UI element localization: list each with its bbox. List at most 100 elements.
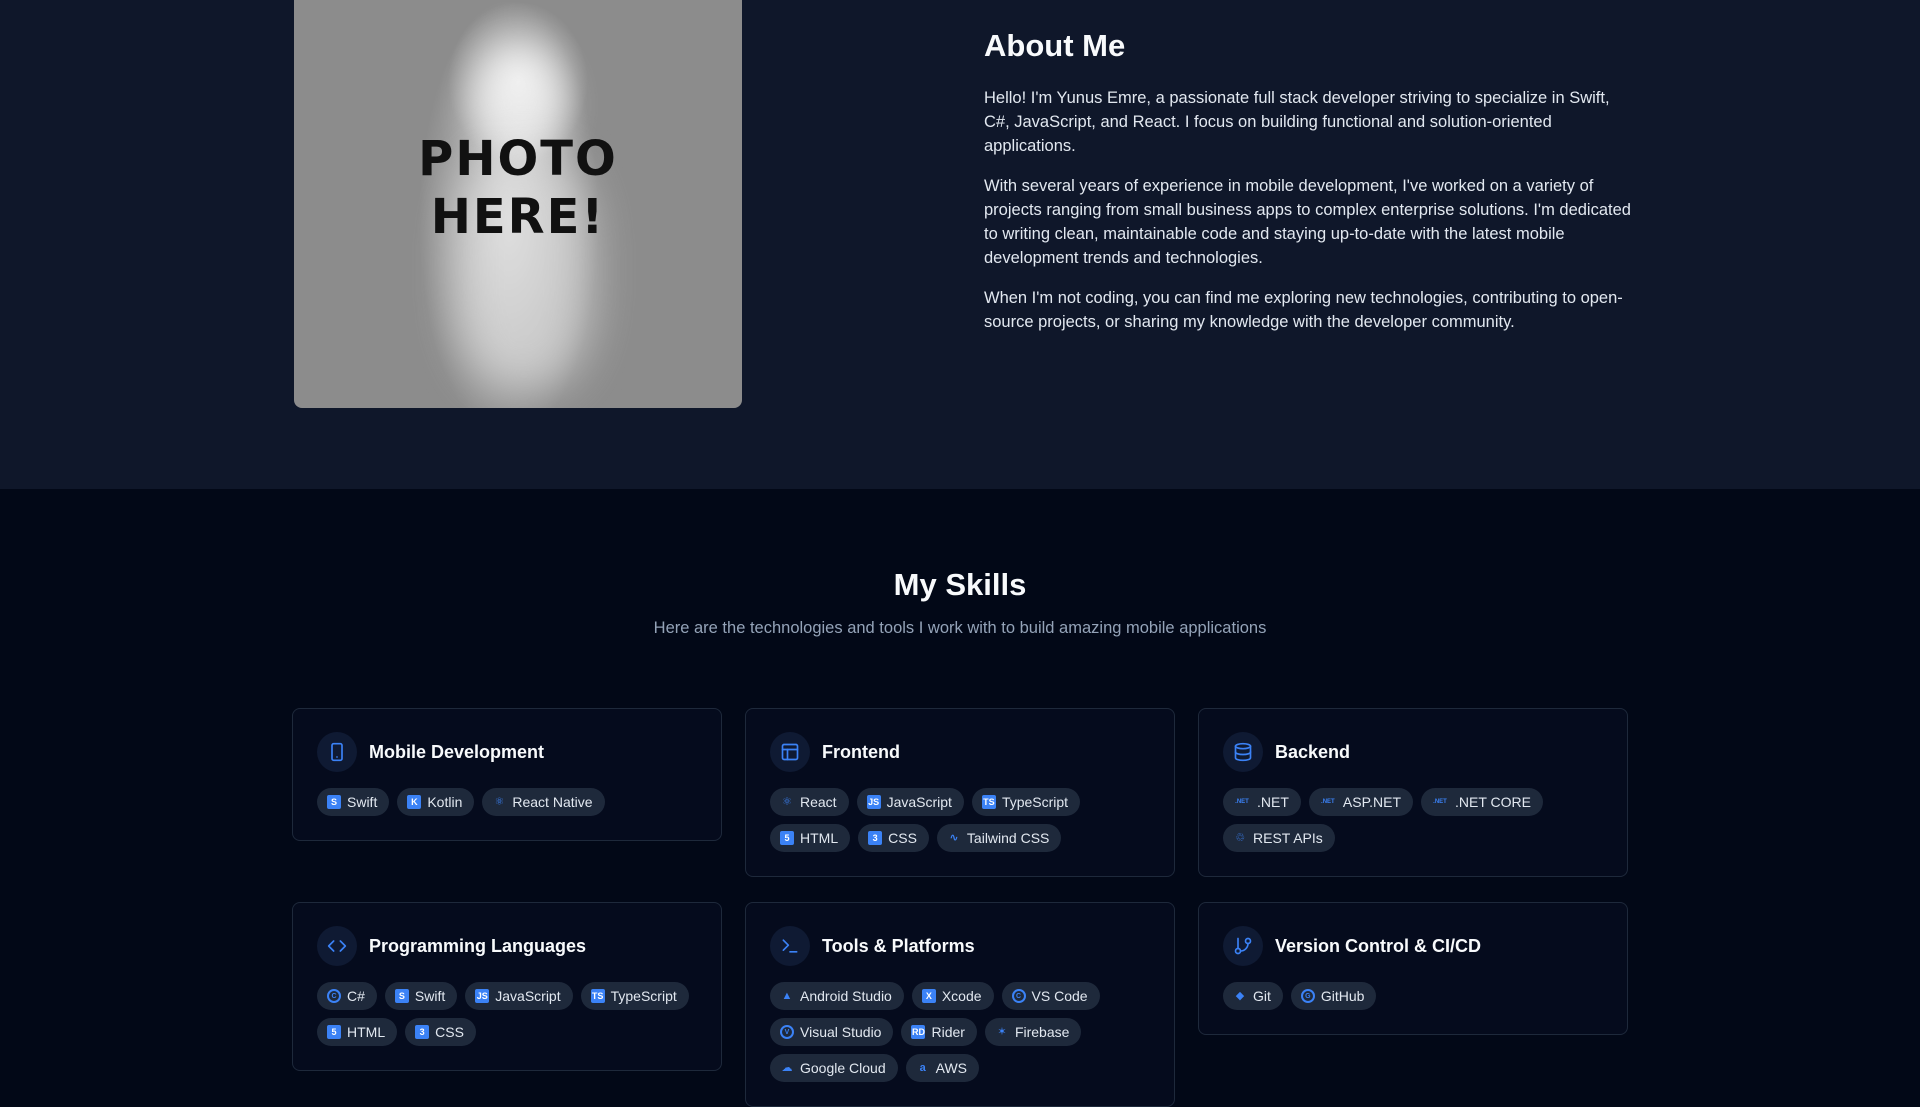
skill-tag: V Visual Studio <box>770 1018 894 1046</box>
skill-tag-label: Android Studio <box>800 988 892 1004</box>
javascript-icon: JS <box>475 989 490 1003</box>
skills-grid: Mobile Development S Swift K Kotlin ⚛ React Na… <box>292 708 1628 1107</box>
csharp-icon: C <box>327 989 341 1003</box>
skill-tag: JS JavaScript <box>856 788 964 816</box>
skill-tag: ☁ Google Cloud <box>770 1054 898 1082</box>
terminal-icon <box>770 926 810 966</box>
html5-icon: 5 <box>327 1025 341 1039</box>
skill-tag-label: VS Code <box>1031 988 1088 1004</box>
skill-tag-label: Kotlin <box>427 794 463 810</box>
skill-tag: C VS Code <box>1001 982 1100 1010</box>
profile-photo-placeholder: PHOTO HERE! <box>294 0 742 408</box>
skill-tag: 5 HTML <box>770 824 851 852</box>
android-studio-icon: ▲ <box>781 989 793 1002</box>
git-icon: ◆ <box>1235 989 1245 1002</box>
skill-tag-label: ASP.NET <box>1342 794 1401 810</box>
about-section: PHOTO HERE! About Me Hello! I'm Yunus Em… <box>0 0 1920 489</box>
skill-tag-label: Visual Studio <box>800 1024 882 1040</box>
skill-tag-label: Xcode <box>941 988 982 1004</box>
skill-tag: X Xcode <box>911 982 994 1010</box>
skill-card-header: Version Control & CI/CD <box>1223 926 1603 966</box>
about-heading: About Me <box>984 28 1126 63</box>
skill-tag-label: GitHub <box>1320 988 1365 1004</box>
skill-tag: ▲ Android Studio <box>770 982 904 1010</box>
skill-tag-label: AWS <box>935 1060 967 1076</box>
dotnet-icon: .NET <box>1321 799 1335 805</box>
skill-tag: ⚛ React <box>770 788 849 816</box>
skill-tag-label: HTML <box>800 830 839 846</box>
skill-tags: C C# S Swift JS JavaScript TS TypeScript 5 HTML 3 C… <box>317 982 697 1046</box>
api-icon: ♲ <box>1235 831 1245 844</box>
smartphone-icon <box>317 732 357 772</box>
skill-card-header: Frontend <box>770 732 1150 772</box>
skill-tag: ◆ Git <box>1223 982 1283 1010</box>
skill-card-title: Frontend <box>822 741 900 762</box>
skill-tags: ◆ Git G GitHub <box>1223 982 1603 1010</box>
swift-icon: S <box>394 989 409 1003</box>
skill-tag-label: Firebase <box>1014 1024 1070 1040</box>
skill-tag: ⚛ React Native <box>482 788 605 816</box>
react-icon: ⚛ <box>782 795 792 808</box>
firebase-icon: ✶ <box>997 1025 1007 1038</box>
skill-tag: K Kotlin <box>397 788 475 816</box>
kotlin-icon: K <box>407 795 422 809</box>
skill-tag: .NET .NET CORE <box>1421 788 1543 816</box>
skill-tag-label: JavaScript <box>886 794 952 810</box>
html5-icon: 5 <box>780 831 794 845</box>
photo-placeholder-text: PHOTO HERE! <box>418 131 618 245</box>
typescript-icon: TS <box>590 989 605 1003</box>
skill-tag: C C# <box>317 982 377 1010</box>
skill-tag: 5 HTML <box>317 1018 398 1046</box>
about-paragraph-3: When I'm not coding, you can find me exp… <box>984 289 1623 331</box>
skill-tag: RD Rider <box>901 1018 977 1046</box>
skill-tag: ∿ Tailwind CSS <box>936 824 1062 852</box>
git-branch-icon <box>1223 926 1263 966</box>
xcode-icon: X <box>921 989 936 1003</box>
skill-tag-label: React <box>800 794 837 810</box>
skill-tag: JS JavaScript <box>465 982 573 1010</box>
skill-card-header: Tools & Platforms <box>770 926 1150 966</box>
google-cloud-icon: ☁ <box>781 1061 793 1074</box>
skill-tag: S Swift <box>384 982 458 1010</box>
skill-card-title: Backend <box>1275 741 1351 762</box>
typescript-icon: TS <box>981 795 996 809</box>
skills-heading: My Skills <box>893 567 1027 602</box>
skill-card: Backend .NET .NET .NET ASP.NET .NET .NET CORE ♲… <box>1198 708 1628 877</box>
layout-icon <box>770 732 810 772</box>
skill-tag: .NET ASP.NET <box>1308 788 1413 816</box>
skill-tag-label: HTML <box>347 1024 386 1040</box>
skill-tag-label: CSS <box>888 830 917 846</box>
skill-tag: .NET .NET <box>1223 788 1301 816</box>
skill-card-header: Backend <box>1223 732 1603 772</box>
skill-tag: ♲ REST APIs <box>1223 824 1335 852</box>
skill-card-title: Version Control & CI/CD <box>1275 935 1482 956</box>
dotnet-icon: .NET <box>1235 799 1249 805</box>
skill-card: Version Control & CI/CD ◆ Git G GitHub <box>1198 902 1628 1035</box>
skill-tag-label: JavaScript <box>495 988 561 1004</box>
skill-tag-label: TypeScript <box>610 988 677 1004</box>
css3-icon: 3 <box>415 1025 430 1039</box>
about-paragraph-1: Hello! I'm Yunus Emre, a passionate full… <box>984 89 1610 155</box>
skill-tag-label: CSS <box>435 1024 464 1040</box>
skill-tags: ⚛ React JS JavaScript TS TypeScript 5 HTML 3 CSS ∿… <box>770 788 1150 852</box>
about-text: About Me Hello! I'm Yunus Emre, a passio… <box>984 28 1634 350</box>
skill-tag: ✶ Firebase <box>984 1018 1082 1046</box>
skill-tag-label: C# <box>347 988 365 1004</box>
skill-tag-label: Tailwind CSS <box>966 830 1050 846</box>
skill-tag: S Swift <box>317 788 390 816</box>
skill-tag: 3 CSS <box>405 1018 476 1046</box>
skill-tag-label: Google Cloud <box>800 1060 886 1076</box>
skill-card: Tools & Platforms ▲ Android Studio X Xcode C V… <box>745 902 1175 1107</box>
skill-card: Mobile Development S Swift K Kotlin ⚛ React Na… <box>292 708 722 841</box>
database-icon <box>1223 732 1263 772</box>
aws-icon: a <box>919 1061 926 1074</box>
skill-card-header: Mobile Development <box>317 732 697 772</box>
skill-tags: .NET .NET .NET ASP.NET .NET .NET CORE ♲ REST AP… <box>1223 788 1603 852</box>
skill-card-title: Mobile Development <box>369 741 545 762</box>
skill-card-title: Tools & Platforms <box>822 935 975 956</box>
css3-icon: 3 <box>868 831 883 845</box>
swift-icon: S <box>327 795 341 809</box>
react-icon: ⚛ <box>494 795 505 808</box>
skill-tag-label: .NET <box>1257 794 1289 810</box>
skill-tag: G GitHub <box>1290 982 1377 1010</box>
